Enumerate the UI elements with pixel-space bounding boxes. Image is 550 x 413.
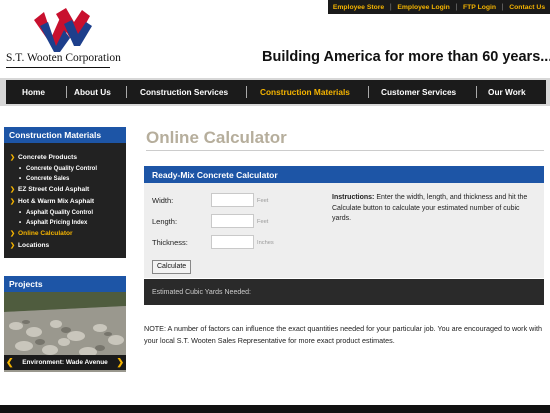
nav-construction-services[interactable]: Construction Services (140, 87, 228, 97)
sidebar-item-asphalt-quality-control[interactable]: Asphalt Quality Control (19, 210, 93, 216)
length-unit: Feet (257, 219, 269, 225)
width-input[interactable] (211, 193, 254, 207)
sidebar-item-hot-warm-mix[interactable]: ❯ Hot & Warm Mix Asphalt (10, 198, 94, 205)
sidebar-item-label: Concrete Products (18, 154, 78, 161)
project-caption: Environment: Wade Avenue (22, 359, 108, 366)
chevron-right-icon: ❯ (10, 187, 16, 193)
sidebar-title: Construction Materials (4, 127, 126, 143)
separator: | (389, 3, 392, 11)
site-tagline: Building America for more than 60 years.… (262, 49, 550, 65)
chevron-right-icon: ❯ (10, 231, 16, 237)
instructions-label: Instructions: (332, 194, 375, 201)
thickness-input[interactable] (211, 235, 254, 249)
chevron-left-icon[interactable]: ❮ (6, 357, 14, 368)
company-name: S.T. Wooten Corporation (6, 52, 121, 64)
sidebar-item-label: EZ Street Cold Asphalt (18, 186, 90, 193)
thickness-label: Thickness: (152, 238, 188, 247)
ftp-login-link[interactable]: FTP Login (463, 4, 496, 11)
nav-construction-materials[interactable]: Construction Materials (260, 87, 350, 97)
nav-separator (476, 86, 477, 98)
nav-about-us[interactable]: About Us (74, 87, 111, 97)
sidebar-item-concrete-products[interactable]: ❯ Concrete Products (10, 154, 77, 161)
title-divider (146, 150, 544, 151)
sidebar-item-ez-street[interactable]: ❯ EZ Street Cold Asphalt (10, 186, 89, 193)
chevron-right-icon: ❯ (10, 243, 16, 249)
chevron-right-icon: ❯ (10, 199, 16, 205)
chevron-right-icon: ❯ (10, 155, 16, 161)
separator: | (501, 3, 504, 11)
length-input[interactable] (211, 214, 254, 228)
calculator-form: Width: Feet Length: Feet Thickness: Inch… (144, 183, 544, 278)
nav-customer-services[interactable]: Customer Services (381, 87, 456, 97)
projects-title: Projects (4, 276, 126, 292)
nav-our-work[interactable]: Our Work (488, 87, 526, 97)
employee-login-link[interactable]: Employee Login (397, 4, 450, 11)
result-bar: Estimated Cubic Yards Needed: (144, 279, 544, 305)
sidebar-item-online-calculator[interactable]: ❯ Online Calculator (10, 230, 73, 237)
top-links-bar: Employee Store | Employee Login | FTP Lo… (328, 0, 550, 14)
contact-us-link[interactable]: Contact Us (509, 4, 545, 11)
thickness-unit: Inches (257, 240, 274, 246)
calculate-button[interactable]: Calculate (152, 260, 192, 274)
length-label: Length: (152, 217, 178, 226)
sidebar-item-asphalt-pricing-index[interactable]: Asphalt Pricing Index (19, 220, 87, 226)
nav-separator (126, 86, 127, 98)
sidebar-item-label: Locations (18, 242, 50, 249)
width-label: Width: (152, 196, 174, 205)
instructions-text: Instructions: Enter the width, length, a… (332, 193, 537, 225)
project-caption-bar: ❮ Environment: Wade Avenue ❯ (4, 355, 126, 370)
nav-separator (368, 86, 369, 98)
nav-home[interactable]: Home (22, 87, 45, 97)
nav-separator (66, 86, 67, 98)
disclaimer-note: NOTE: A number of factors can influence … (144, 324, 542, 345)
separator: | (455, 3, 458, 11)
sidebar-menu: Construction Materials ❯ Concrete Product… (4, 127, 126, 258)
nav-separator (246, 86, 247, 98)
main-nav: Home About Us Construction Services Cons… (6, 80, 546, 104)
employee-store-link[interactable]: Employee Store (333, 4, 384, 11)
calculator-title: Ready-Mix Concrete Calculator (144, 166, 544, 183)
logo-underline (6, 67, 110, 68)
sidebar-item-label: Hot & Warm Mix Asphalt (18, 198, 95, 205)
projects-panel: Projects ❮ Environment: Wade Avenue ❯ (4, 276, 126, 372)
sidebar-item-concrete-sales[interactable]: Concrete Sales (19, 176, 69, 182)
sidebar-item-concrete-quality-control[interactable]: Concrete Quality Control (19, 166, 97, 172)
page-title: Online Calculator (146, 128, 287, 147)
width-unit: Feet (257, 198, 269, 204)
chevron-right-icon[interactable]: ❯ (116, 357, 124, 368)
sidebar-item-locations[interactable]: ❯ Locations (10, 242, 49, 249)
sidebar-item-label: Online Calculator (18, 230, 73, 237)
footer-bar (0, 405, 550, 413)
